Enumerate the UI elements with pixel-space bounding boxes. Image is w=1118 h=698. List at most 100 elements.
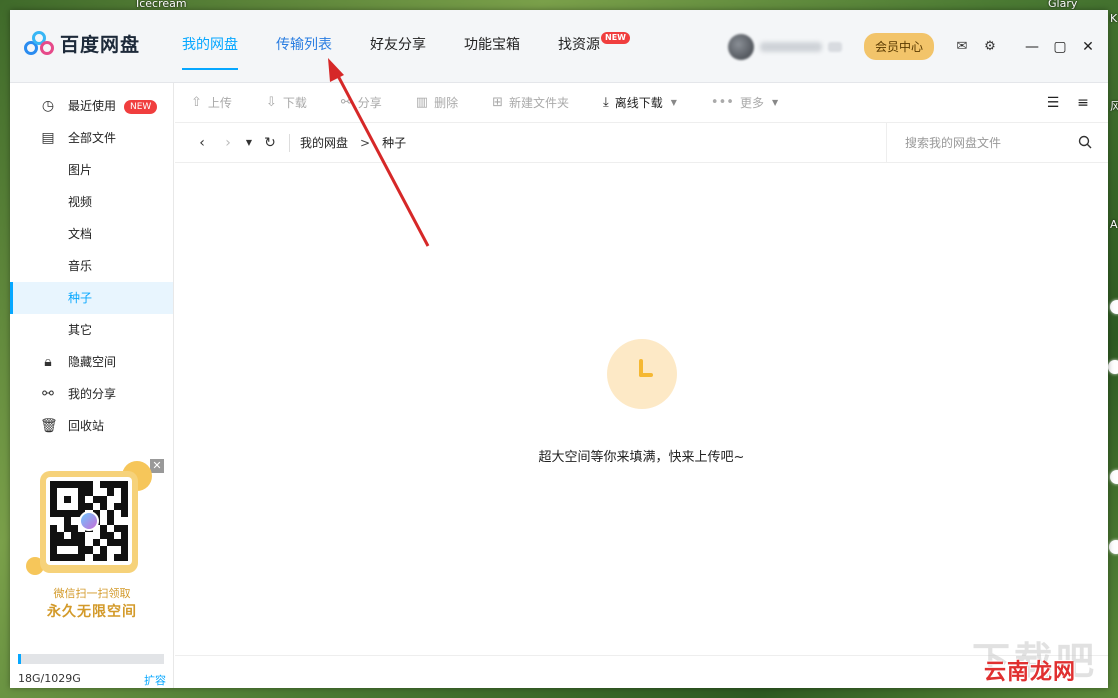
divider <box>289 133 290 152</box>
status-bar <box>175 655 1108 688</box>
avatar[interactable] <box>727 33 754 60</box>
desktop-flower <box>1110 300 1118 314</box>
history-dropdown-icon[interactable]: ▼ <box>241 138 257 147</box>
promo-banner[interactable]: ✕ 微信扫一扫领取 永久无限空间 <box>18 459 166 620</box>
sidebar-item-docs[interactable]: 文档 <box>10 218 173 250</box>
close-icon[interactable]: ✕ <box>1074 39 1102 55</box>
share-icon: ⚯ <box>42 386 54 402</box>
more-button[interactable]: ••• 更多 ▼ <box>711 94 778 111</box>
minimize-icon[interactable]: — <box>1018 39 1046 55</box>
sidebar: ◷ 最近使用 NEW ▤ 全部文件 图片 视频 文档 音乐 种子 其它 🔒︎ 隐藏… <box>10 83 174 688</box>
trash-icon: 🗑︎ <box>40 418 58 434</box>
promo-line2: 永久无限空间 <box>47 604 137 620</box>
share-button[interactable]: ⚯ 分享 <box>341 94 382 111</box>
new-folder-icon: ⊞ <box>492 95 503 110</box>
app-window: 百度网盘 我的网盘 传输列表 好友分享 功能宝箱 找资源 NEW 会员中心 ✉ … <box>10 10 1108 688</box>
new-folder-label: 新建文件夹 <box>508 96 569 110</box>
offline-download-label: 离线下载 <box>614 96 663 110</box>
qr-card <box>40 471 138 573</box>
settings-icon[interactable]: ⚙ <box>976 39 1004 54</box>
sidebar-item-label: 最近使用 <box>68 99 117 113</box>
sidebar-item-images[interactable]: 图片 <box>10 154 173 186</box>
back-icon[interactable]: ‹ <box>189 135 215 151</box>
new-badge: NEW <box>601 32 630 44</box>
desktop-flower <box>1110 470 1118 484</box>
upload-icon: ⇧ <box>191 95 202 110</box>
sidebar-item-label: 全部文件 <box>68 131 117 145</box>
sidebar-item-videos[interactable]: 视频 <box>10 186 173 218</box>
desktop-label-edge-2: 风 <box>1110 100 1118 113</box>
download-button[interactable]: ⇩ 下载 <box>266 94 307 111</box>
upload-button[interactable]: ⇧ 上传 <box>191 94 232 111</box>
qr-center-logo-icon <box>79 511 99 531</box>
sidebar-item-label: 文档 <box>68 227 93 241</box>
desktop-flower <box>1108 360 1118 374</box>
sidebar-item-hidden-space[interactable]: 🔒︎ 隐藏空间 <box>10 346 173 378</box>
desktop-label-glary: Glary <box>1048 0 1078 10</box>
sidebar-item-all-files[interactable]: ▤ 全部文件 <box>10 122 173 154</box>
sidebar-item-label: 回收站 <box>68 419 105 433</box>
sidebar-item-recent[interactable]: ◷ 最近使用 NEW <box>10 90 173 122</box>
sidebar-item-label: 音乐 <box>68 259 93 273</box>
sidebar-item-label: 我的分享 <box>68 387 117 401</box>
sort-icon[interactable]: ☰ <box>1038 95 1068 111</box>
search-icon[interactable] <box>1078 135 1092 149</box>
tab-toolbox[interactable]: 功能宝箱 <box>464 10 520 83</box>
storage-info: 18G/1029G 扩容 <box>18 654 166 688</box>
expand-storage-link[interactable]: 扩容 <box>144 672 166 688</box>
list-view-icon[interactable]: ≡ <box>1068 95 1098 111</box>
tab-find-resources[interactable]: 找资源 NEW <box>558 10 630 83</box>
search-input[interactable] <box>905 136 1075 150</box>
promo-close-icon[interactable]: ✕ <box>150 459 164 473</box>
forward-icon[interactable]: › <box>215 135 241 151</box>
sidebar-item-torrents[interactable]: 种子 <box>10 282 173 314</box>
tab-transfer-list[interactable]: 传输列表 <box>276 10 332 83</box>
trash-icon: ▥ <box>415 95 429 110</box>
breadcrumb-separator: > <box>360 135 371 150</box>
promo-line1: 微信扫一扫领取 <box>53 587 131 600</box>
vip-level-icon <box>827 41 842 52</box>
tab-friend-share[interactable]: 好友分享 <box>370 10 426 83</box>
vip-center-button[interactable]: 会员中心 <box>863 33 934 60</box>
storage-text: 18G/1029G <box>18 672 81 685</box>
lock-icon: 🔒︎ <box>44 354 52 370</box>
search-box <box>886 123 1108 163</box>
file-list-area: 超大空间等你来填满，快来上传吧~ <box>175 163 1108 655</box>
sidebar-item-my-share[interactable]: ⚯ 我的分享 <box>10 378 173 410</box>
sidebar-item-recycle-bin[interactable]: 🗑︎ 回收站 <box>10 410 173 442</box>
chevron-down-icon: ▼ <box>670 98 677 107</box>
desktop-label-icecream: Icecream <box>136 0 187 10</box>
app-header: 百度网盘 我的网盘 传输列表 好友分享 功能宝箱 找资源 NEW 会员中心 ✉ … <box>10 10 1108 83</box>
main-nav: 我的网盘 传输列表 好友分享 功能宝箱 找资源 NEW <box>182 10 638 83</box>
qr-code <box>46 477 132 565</box>
sidebar-item-label: 视频 <box>68 195 93 209</box>
sidebar-item-label: 种子 <box>68 291 93 305</box>
more-label: 更多 <box>739 96 764 110</box>
delete-button[interactable]: ▥ 删除 <box>416 94 458 111</box>
sidebar-item-other[interactable]: 其它 <box>10 314 173 346</box>
more-icon: ••• <box>710 95 734 110</box>
sidebar-item-music[interactable]: 音乐 <box>10 250 173 282</box>
app-logo[interactable]: 百度网盘 <box>24 30 140 57</box>
share-icon: ⚯ <box>340 95 352 110</box>
empty-message: 超大空间等你来填满，快来上传吧~ <box>538 450 745 465</box>
delete-label: 删除 <box>434 96 459 110</box>
breadcrumb-current: 种子 <box>382 136 407 150</box>
new-folder-button[interactable]: ⊞ 新建文件夹 <box>492 94 569 111</box>
download-label: 下载 <box>282 96 307 110</box>
offline-download-button[interactable]: ⤓ 离线下载 ▼ <box>603 94 677 111</box>
sidebar-item-label: 图片 <box>68 163 93 177</box>
tab-find-resources-label: 找资源 <box>558 37 600 53</box>
breadcrumb-root[interactable]: 我的网盘 <box>300 134 348 151</box>
empty-clock-icon <box>607 339 677 409</box>
app-name: 百度网盘 <box>60 34 141 56</box>
mail-icon[interactable]: ✉ <box>948 39 976 54</box>
watermark-logo: 云南龙网 <box>984 660 1077 685</box>
clock-icon: ◷ <box>41 98 55 114</box>
username-blurred[interactable] <box>759 41 822 52</box>
path-bar: ‹ › ▼ ↻ 我的网盘 > 种子 <box>175 123 1108 163</box>
maximize-icon[interactable]: ▢ <box>1046 39 1074 55</box>
sidebar-item-label: 其它 <box>68 323 93 337</box>
tab-my-drive[interactable]: 我的网盘 <box>182 10 238 83</box>
refresh-icon[interactable]: ↻ <box>257 135 283 151</box>
